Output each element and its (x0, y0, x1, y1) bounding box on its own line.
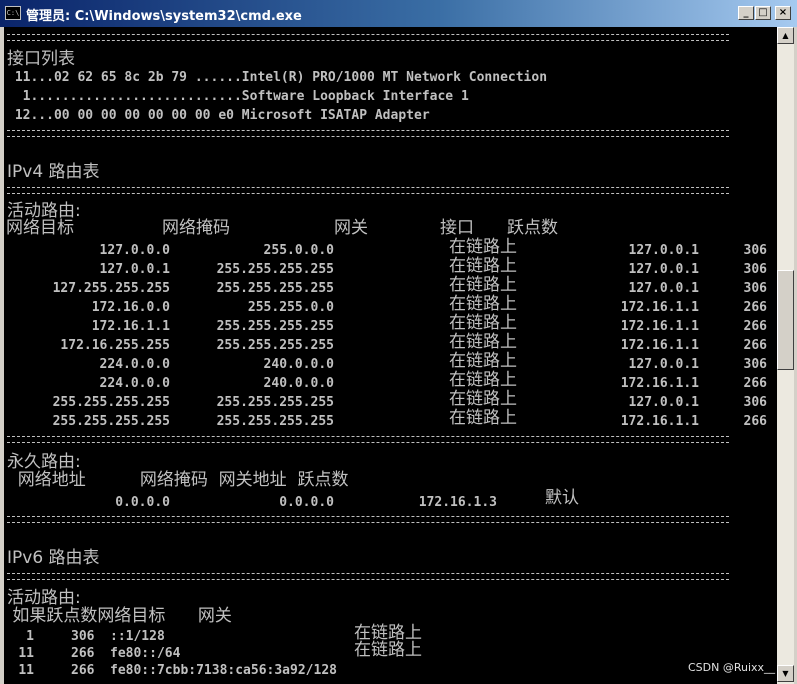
ipv4-metric-cell: 266 (743, 300, 767, 315)
ipv6-metric-cell: 266 (71, 663, 95, 678)
ipv4-metric-cell: 306 (743, 395, 767, 410)
interface-row: 11...02 62 65 8c 2b 79 ......Intel(R) PR… (7, 70, 548, 85)
separator (7, 573, 729, 580)
ipv4-interface-cell: 172.16.1.1 (620, 414, 699, 429)
ipv4-mask-cell: 255.255.255.255 (216, 414, 334, 429)
ipv4-interface-cell: 172.16.1.1 (620, 376, 699, 391)
ipv4-dest-cell: 127.0.0.1 (99, 262, 170, 277)
ipv4-gateway-cell: 在链路上 (449, 294, 517, 314)
cmd-window: C:\ 管理员: C:\Windows\system32\cmd.exe _ □… (0, 0, 797, 684)
ipv4-gateway-cell: 在链路上 (449, 389, 517, 409)
close-button[interactable]: × (775, 6, 791, 20)
scroll-down-button[interactable]: ▼ (777, 665, 794, 682)
ipv4-metric-cell: 306 (743, 243, 767, 258)
ipv4-mask-cell: 240.0.0.0 (263, 376, 334, 391)
maximize-button[interactable]: □ (755, 6, 771, 20)
ipv4-interface-cell: 127.0.0.1 (628, 262, 699, 277)
separator (7, 516, 729, 523)
ipv4-dest-cell: 127.0.0.0 (99, 243, 170, 258)
minimize-button[interactable]: _ (738, 6, 754, 20)
column-mask: 网络掩码 (162, 218, 230, 238)
window-title: 管理员: C:\Windows\system32\cmd.exe (26, 9, 302, 24)
separator (7, 187, 729, 194)
watermark: CSDN @Ruixx__ (688, 661, 776, 674)
ipv4-metric-cell: 266 (743, 376, 767, 391)
ipv4-gateway-cell: 在链路上 (449, 256, 517, 276)
ipv6-active-heading: 活动路由: (7, 588, 81, 608)
persistent-columns: 网络地址 网络掩码 网关地址 跃点数 (7, 470, 349, 490)
ipv4-metric-cell: 266 (743, 319, 767, 334)
ipv4-mask-cell: 255.255.255.255 (216, 262, 334, 277)
interface-row: 1...........................Software Loo… (7, 89, 469, 104)
ipv4-gateway-cell: 在链路上 (449, 237, 517, 257)
persistent-mask: 0.0.0.0 (279, 495, 334, 510)
persistent-gateway: 172.16.1.3 (418, 495, 497, 510)
console-output[interactable]: 接口列表 11...02 62 65 8c 2b 79 ......Intel(… (4, 27, 777, 684)
column-metric: 跃点数 (507, 218, 558, 238)
ipv4-gateway-cell: 在链路上 (449, 370, 517, 390)
separator (7, 130, 729, 137)
interface-row: 12...00 00 00 00 00 00 00 e0 Microsoft I… (7, 108, 430, 123)
persistent-metric: 默认 (545, 488, 579, 508)
separator (7, 436, 729, 443)
ipv4-gateway-cell: 在链路上 (449, 332, 517, 352)
ipv4-gateway-cell: 在链路上 (449, 275, 517, 295)
column-dest: 网络目标 (6, 218, 74, 238)
ipv4-dest-cell: 172.16.1.1 (91, 319, 170, 334)
ipv4-gateway-cell: 在链路上 (449, 408, 517, 428)
ipv6-columns: 如果跃点数网络目标 网关 (7, 606, 232, 626)
interface-list-heading: 接口列表 (7, 49, 75, 69)
ipv4-metric-cell: 306 (743, 262, 767, 277)
ipv4-interface-cell: 127.0.0.1 (628, 281, 699, 296)
column-interface: 接口 (440, 218, 474, 238)
ipv4-heading: IPv4 路由表 (7, 162, 100, 182)
cmd-app-icon[interactable]: C:\ (5, 6, 21, 20)
ipv4-mask-cell: 255.255.0.0 (247, 300, 334, 315)
persistent-routes-heading: 永久路由: (7, 452, 81, 472)
ipv4-interface-cell: 127.0.0.1 (628, 357, 699, 372)
ipv4-metric-cell: 306 (743, 281, 767, 296)
ipv4-dest-cell: 224.0.0.0 (99, 357, 170, 372)
ipv4-interface-cell: 127.0.0.1 (628, 395, 699, 410)
ipv4-mask-cell: 240.0.0.0 (263, 357, 334, 372)
ipv4-mask-cell: 255.255.255.255 (216, 395, 334, 410)
ipv4-gateway-cell: 在链路上 (449, 313, 517, 333)
persistent-addr: 0.0.0.0 (115, 495, 170, 510)
scroll-thumb[interactable] (777, 270, 794, 370)
ipv4-mask-cell: 255.255.255.255 (216, 319, 334, 334)
ipv4-mask-cell: 255.255.255.255 (216, 338, 334, 353)
ipv4-metric-cell: 266 (743, 414, 767, 429)
ipv6-gateway-cell: 在链路上 (354, 640, 422, 660)
vertical-scrollbar[interactable]: ▲ ▼ (777, 27, 794, 684)
separator (7, 34, 729, 41)
ipv4-interface-cell: 127.0.0.1 (628, 243, 699, 258)
ipv4-dest-cell: 172.16.0.0 (91, 300, 170, 315)
ipv4-dest-cell: 172.16.255.255 (60, 338, 170, 353)
title-bar[interactable]: C:\ 管理员: C:\Windows\system32\cmd.exe _ □… (0, 0, 797, 27)
ipv4-dest-cell: 255.255.255.255 (52, 395, 170, 410)
ipv4-metric-cell: 266 (743, 338, 767, 353)
ipv4-dest-cell: 127.255.255.255 (52, 281, 170, 296)
ipv4-mask-cell: 255.255.255.255 (216, 281, 334, 296)
ipv4-dest-cell: 255.255.255.255 (52, 414, 170, 429)
ipv6-dest-cell: fe80::7cbb:7138:ca56:3a92/128 (110, 663, 337, 678)
ipv4-dest-cell: 224.0.0.0 (99, 376, 170, 391)
ipv4-gateway-cell: 在链路上 (449, 351, 517, 371)
ipv4-interface-cell: 172.16.1.1 (620, 338, 699, 353)
ipv4-metric-cell: 306 (743, 357, 767, 372)
column-gateway: 网关 (334, 218, 368, 238)
scroll-up-button[interactable]: ▲ (777, 27, 794, 44)
ipv4-mask-cell: 255.0.0.0 (263, 243, 334, 258)
ipv6-heading: IPv6 路由表 (7, 548, 100, 568)
ipv4-interface-cell: 172.16.1.1 (620, 300, 699, 315)
ipv4-interface-cell: 172.16.1.1 (620, 319, 699, 334)
ipv6-if-cell: 11 (18, 663, 34, 678)
